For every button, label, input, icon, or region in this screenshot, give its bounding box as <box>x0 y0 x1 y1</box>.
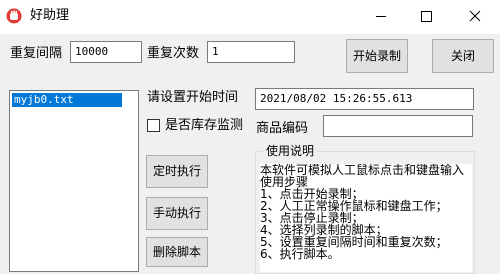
delete-script-button[interactable]: 删除脚本 <box>146 237 208 267</box>
inventory-monitor-label[interactable]: 是否库存监测 <box>165 118 243 134</box>
maximize-icon <box>421 11 432 22</box>
inventory-monitor-checkbox[interactable] <box>147 119 160 132</box>
minimize-icon <box>376 16 386 17</box>
app-window: 好助理 重复间隔 10000 重复次数 1 开始录制 关闭 myjb0.txt … <box>0 0 500 274</box>
instructions-title: 使用说明 <box>263 143 318 159</box>
start-time-input[interactable]: 2021/08/02 15:26:55.613 <box>255 88 474 110</box>
instruction-line: 6、执行脚本。 <box>260 247 340 261</box>
close-button[interactable]: 关闭 <box>432 39 494 73</box>
product-code-label: 商品编码 <box>256 121 309 136</box>
maximize-button[interactable] <box>403 0 449 32</box>
repeat-interval-label: 重复间隔 <box>10 46 63 61</box>
instructions-textbox[interactable]: 本软件可模拟人工鼠标点击和键盘输入 使用步骤 1、点击开始录制； 2、人工正常操… <box>260 164 472 272</box>
repeat-interval-input[interactable]: 10000 <box>70 41 142 63</box>
minimize-button[interactable] <box>358 0 404 32</box>
repeat-count-input[interactable]: 1 <box>207 41 295 63</box>
close-window-button[interactable] <box>449 0 500 32</box>
product-code-input[interactable] <box>323 115 473 137</box>
start-time-label: 请设置开始时间 <box>147 90 239 105</box>
start-record-button[interactable]: 开始录制 <box>346 39 408 73</box>
window-title: 好助理 <box>30 8 70 23</box>
repeat-count-label: 重复次数 <box>147 46 200 61</box>
close-icon <box>469 10 481 22</box>
list-item[interactable]: myjb0.txt <box>12 93 122 107</box>
title-bar: 好助理 <box>0 0 500 34</box>
app-icon <box>6 8 22 24</box>
script-listbox[interactable]: myjb0.txt <box>9 90 139 272</box>
timed-execute-button[interactable]: 定时执行 <box>146 155 208 188</box>
manual-execute-button[interactable]: 手动执行 <box>146 197 208 230</box>
